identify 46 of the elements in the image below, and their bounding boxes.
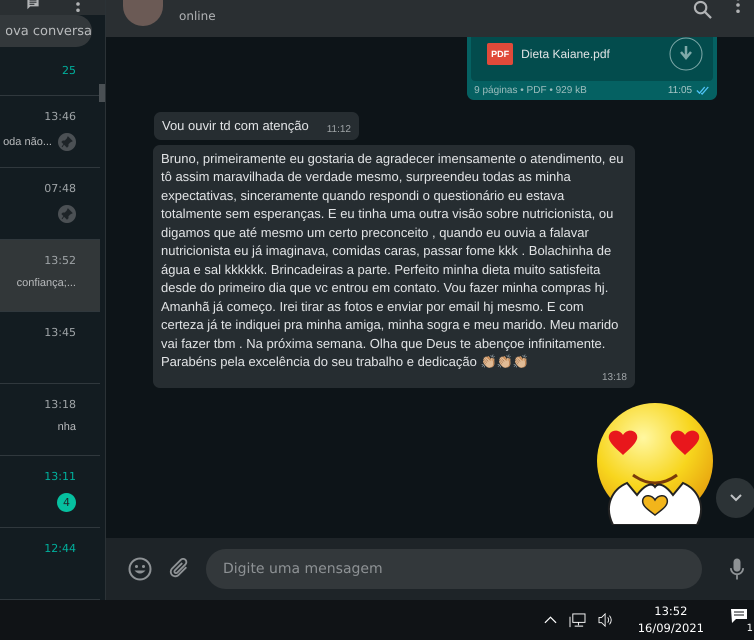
scrollbar[interactable]	[99, 84, 105, 102]
notification-icon[interactable]	[730, 608, 748, 624]
file-details: 9 páginas • PDF • 929 kB	[474, 85, 588, 96]
chat-preview: oda não...	[3, 136, 52, 148]
chat-list-item[interactable]: 13:11 4	[0, 456, 100, 528]
message-text: Vou ouvir td com atenção	[162, 117, 309, 135]
document-message[interactable]: PDF Dieta Kaiane.pdf 9 páginas • PDF • 929 kB 11:05	[467, 37, 718, 100]
notification-count: 1	[744, 623, 754, 634]
search-icon[interactable]	[693, 0, 712, 19]
chevron-up-icon[interactable]	[544, 616, 557, 624]
clock-time: 13:52	[654, 603, 688, 620]
chevron-down-icon	[729, 493, 743, 503]
contact-status: online	[179, 9, 217, 23]
clock[interactable]: 13:52 16/09/2021	[638, 603, 704, 637]
chat-time: 13:18	[44, 398, 76, 411]
message-input[interactable]: Digite uma mensagem	[206, 549, 702, 589]
message-time: 13:18	[602, 372, 627, 384]
chat-preview: nha	[58, 421, 76, 433]
message-text: Bruno, primeiramente eu gostaria de agradecer imensamente o atendimento, eu tô assim maravilhada de verdade mesmo, surpreendeu todas as minha expectativas, sinceramente quando respondi o questionário eu estava totalmente sem esperanças. E eu tinha uma outra visão sobre nutricionista, ou digamos que até mesmo um certo preconceito , quando eu ouvia a falavar nutricionista eu já imaginava, comidas caras, passar fome kkk . Bolachinha de água e sal kkkkkk. Brincadeiras a parte. Perfeito minha dieta muito satisfeita desde do primeiro dia que vc entrou em contato. Vou fazer minha compras hj. Amanhã já começo. Irei tirar as fotos e enviar por email hj mesmo. E com certeza já te indiquei pra minha amiga, minha sogra e meu marido. Meu marido vai fazer tbm . Na próxima semana. Olha que Deus te abençoe infinitamente. Parabéns pela excelência do seu trabalho e dedicação 👏🏼👏🏼👏🏼	[161, 150, 624, 371]
download-icon[interactable]	[669, 37, 704, 71]
menu-icon[interactable]	[76, 0, 80, 12]
clock-date: 16/09/2021	[638, 620, 704, 637]
file-name: Dieta Kaiane.pdf	[521, 47, 611, 61]
chat-list-item[interactable]: 13:18 nha	[0, 384, 100, 456]
chat-time: 07:48	[44, 182, 76, 195]
speaker-icon[interactable]	[598, 613, 614, 627]
chat-list-item[interactable]: 13:46 oda não...	[0, 96, 100, 168]
unread-badge: 4	[57, 493, 76, 512]
emoji-icon[interactable]	[128, 557, 152, 581]
chat-list-item[interactable]: 13:45	[0, 312, 100, 384]
file-type-label: PDF	[487, 43, 514, 65]
chat-time: 12:44	[44, 542, 76, 555]
network-icon[interactable]	[568, 612, 586, 628]
paperclip-icon[interactable]	[168, 558, 190, 580]
chat-time: 13:52	[44, 254, 76, 267]
search-field[interactable]: ova conversa	[0, 15, 92, 47]
message-time: 11:05	[668, 85, 692, 96]
chat-list-item[interactable]: 13:52 confiança;...	[0, 240, 100, 312]
chat-preview: confiança;...	[16, 277, 76, 289]
microphone-icon[interactable]	[730, 557, 744, 581]
message-time: 11:12	[326, 124, 351, 136]
chat-time: 13:46	[44, 110, 76, 123]
chat-time: 13:45	[44, 326, 76, 339]
scroll-down-button[interactable]	[716, 478, 754, 518]
chat-time: 13:11	[44, 470, 76, 483]
chat-time: 25	[62, 64, 76, 77]
